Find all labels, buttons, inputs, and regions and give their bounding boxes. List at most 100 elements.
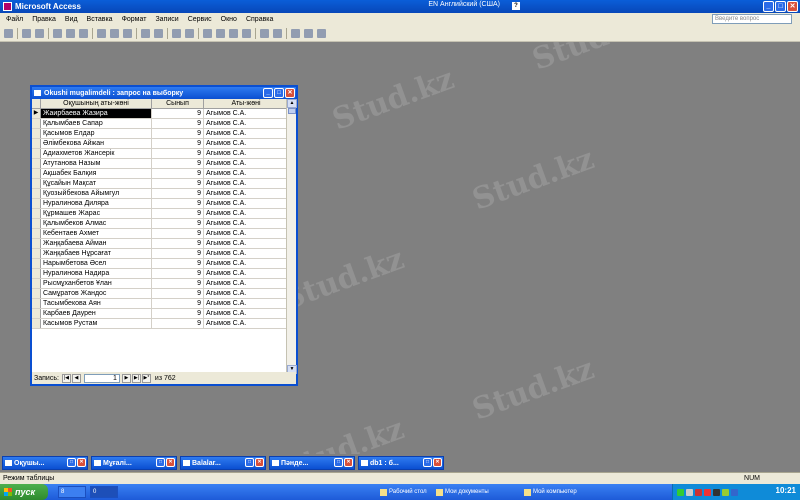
menu-records[interactable]: Записи bbox=[155, 16, 178, 23]
row-selector[interactable] bbox=[32, 129, 41, 138]
cell-student-name[interactable]: Ақшабек Балқия bbox=[41, 169, 152, 178]
prev-record-icon[interactable]: ◀ bbox=[71, 373, 81, 383]
table-row[interactable]: Тасымбекова Аян 9 Агымов С.А. bbox=[32, 299, 288, 309]
table-row[interactable]: Рысмұханбетов Ұлан 9 Агымов С.А. bbox=[32, 279, 288, 289]
close-icon[interactable]: ✕ bbox=[344, 458, 353, 467]
header-corner[interactable] bbox=[32, 99, 41, 108]
row-selector[interactable] bbox=[32, 279, 41, 288]
cell-class[interactable]: 9 bbox=[152, 159, 204, 168]
cell-student-name[interactable]: Кебентаев Ахмет bbox=[41, 229, 152, 238]
table-row[interactable]: Атутанова Назым 9 Агымов С.А. bbox=[32, 159, 288, 169]
help-icon[interactable]: ? bbox=[512, 2, 520, 10]
minimized-window[interactable]: Мұғалі... □ ✕ bbox=[91, 456, 177, 470]
cell-teacher[interactable]: Агымов С.А. bbox=[204, 249, 288, 258]
view-icon[interactable] bbox=[4, 29, 13, 38]
row-selector[interactable] bbox=[32, 269, 41, 278]
table-row[interactable]: Самұратов Жандос 9 Агымов С.А. bbox=[32, 289, 288, 299]
tray-antivirus-icon[interactable] bbox=[695, 488, 702, 496]
menu-tools[interactable]: Сервис bbox=[188, 16, 212, 23]
row-selector[interactable] bbox=[32, 189, 41, 198]
quicklink-documents[interactable]: Мои документы bbox=[436, 486, 489, 498]
minimized-window[interactable]: Balalar... □ ✕ bbox=[180, 456, 266, 470]
tray-update-icon[interactable] bbox=[722, 488, 729, 496]
cell-teacher[interactable]: Агымов С.А. bbox=[204, 219, 288, 228]
hyperlink-icon[interactable] bbox=[154, 29, 163, 38]
query-window-title-bar[interactable]: Okushi mugalimdeli : запрос на выборку _… bbox=[32, 87, 296, 99]
cell-class[interactable]: 9 bbox=[152, 259, 204, 268]
menu-format[interactable]: Формат bbox=[122, 16, 147, 23]
table-row[interactable]: Нуралинова Диляра 9 Агымов С.А. bbox=[32, 199, 288, 209]
datasheet-grid[interactable]: Оқушының аты-жөні Сынып Аты-жөні ▶ Жаирба… bbox=[32, 99, 288, 374]
cell-teacher[interactable]: Агымов С.А. bbox=[204, 169, 288, 178]
row-selector[interactable] bbox=[32, 219, 41, 228]
cell-class[interactable]: 9 bbox=[152, 169, 204, 178]
column-header-class[interactable]: Сынып bbox=[152, 99, 204, 108]
minimized-window[interactable]: db1 : б... □ ✕ bbox=[358, 456, 444, 470]
cut-icon[interactable] bbox=[97, 29, 106, 38]
print-preview-icon[interactable] bbox=[66, 29, 75, 38]
cell-student-name[interactable]: Адиахметов Жансерік bbox=[41, 149, 152, 158]
cell-class[interactable]: 9 bbox=[152, 199, 204, 208]
first-record-icon[interactable]: |◀ bbox=[61, 373, 71, 383]
cell-student-name[interactable]: Самұратов Жандос bbox=[41, 289, 152, 298]
tray-app-icon[interactable] bbox=[713, 488, 720, 496]
row-selector[interactable] bbox=[32, 239, 41, 248]
find-icon[interactable] bbox=[242, 29, 251, 38]
row-selector[interactable] bbox=[32, 169, 41, 178]
restore-icon[interactable]: □ bbox=[423, 458, 432, 467]
taskbar-group[interactable]: 8 bbox=[58, 486, 86, 498]
row-selector[interactable] bbox=[32, 179, 41, 188]
cell-teacher[interactable]: Агымов С.А. bbox=[204, 289, 288, 298]
query-window[interactable]: Okushi mugalimdeli : запрос на выборку _… bbox=[30, 85, 298, 386]
table-row[interactable]: Қасымов Елдар 9 Агымов С.А. bbox=[32, 129, 288, 139]
undo-icon[interactable] bbox=[141, 29, 150, 38]
restore-icon[interactable]: □ bbox=[334, 458, 343, 467]
minimized-window[interactable]: Оқушы... □ ✕ bbox=[2, 456, 88, 470]
cell-class[interactable]: 9 bbox=[152, 269, 204, 278]
print-icon[interactable] bbox=[53, 29, 62, 38]
spelling-icon[interactable] bbox=[79, 29, 88, 38]
copy-icon[interactable] bbox=[110, 29, 119, 38]
column-header-teacher[interactable]: Аты-жөні bbox=[204, 99, 288, 108]
table-row[interactable]: Қалымбеков Алмас 9 Агымов С.А. bbox=[32, 219, 288, 229]
row-selector[interactable] bbox=[32, 149, 41, 158]
cell-student-name[interactable]: Нуралинова Диляра bbox=[41, 199, 152, 208]
cell-class[interactable]: 9 bbox=[152, 209, 204, 218]
restore-icon[interactable]: □ bbox=[245, 458, 254, 467]
scroll-thumb[interactable] bbox=[288, 108, 296, 114]
cell-class[interactable]: 9 bbox=[152, 289, 204, 298]
cell-student-name[interactable]: Қалымбаев Сапар bbox=[41, 119, 152, 128]
row-selector[interactable] bbox=[32, 139, 41, 148]
cell-class[interactable]: 9 bbox=[152, 149, 204, 158]
row-selector[interactable] bbox=[32, 249, 41, 258]
cell-teacher[interactable]: Агымов С.А. bbox=[204, 159, 288, 168]
table-row[interactable]: Кебентаев Ахмет 9 Агымов С.А. bbox=[32, 229, 288, 239]
table-row[interactable]: Нуралинова Надира 9 Агымов С.А. bbox=[32, 269, 288, 279]
filter-form-icon[interactable] bbox=[216, 29, 225, 38]
cell-class[interactable]: 9 bbox=[152, 129, 204, 138]
close-button[interactable]: ✕ bbox=[787, 1, 798, 12]
cell-teacher[interactable]: Агымов С.А. bbox=[204, 239, 288, 248]
cell-teacher[interactable]: Агымов С.А. bbox=[204, 269, 288, 278]
cell-teacher[interactable]: Агымов С.А. bbox=[204, 139, 288, 148]
cell-class[interactable]: 9 bbox=[152, 239, 204, 248]
table-row[interactable]: Карбаев Даурен 9 Агымов С.А. bbox=[32, 309, 288, 319]
cell-teacher[interactable]: Агымов С.А. bbox=[204, 309, 288, 318]
row-selector[interactable] bbox=[32, 229, 41, 238]
minimize-button[interactable]: _ bbox=[763, 1, 774, 12]
filter-selection-icon[interactable] bbox=[203, 29, 212, 38]
cell-teacher[interactable]: Агымов С.А. bbox=[204, 279, 288, 288]
cell-class[interactable]: 9 bbox=[152, 299, 204, 308]
menu-edit[interactable]: Правка bbox=[32, 16, 56, 23]
cell-teacher[interactable]: Агымов С.А. bbox=[204, 149, 288, 158]
cell-student-name[interactable]: Нарымбетова Әсел bbox=[41, 259, 152, 268]
cell-student-name[interactable]: Құрмашев Жарас bbox=[41, 209, 152, 218]
new-record-icon[interactable] bbox=[260, 29, 269, 38]
table-row[interactable]: Нарымбетова Әсел 9 Агымов С.А. bbox=[32, 259, 288, 269]
cell-class[interactable]: 9 bbox=[152, 109, 204, 118]
cell-teacher[interactable]: Агымов С.А. bbox=[204, 199, 288, 208]
restore-icon[interactable]: □ bbox=[156, 458, 165, 467]
sort-ascending-icon[interactable] bbox=[172, 29, 181, 38]
table-row[interactable]: Әлімбекова Айжан 9 Агымов С.А. bbox=[32, 139, 288, 149]
cell-class[interactable]: 9 bbox=[152, 319, 204, 328]
